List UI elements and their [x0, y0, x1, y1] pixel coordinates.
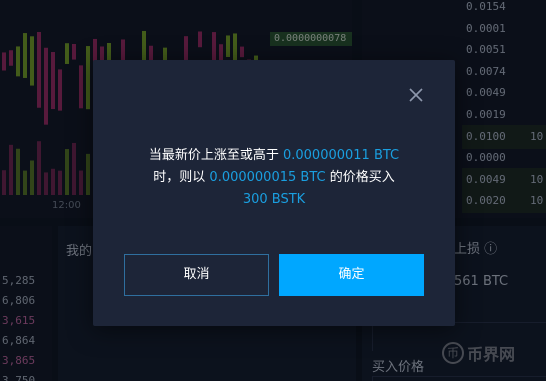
orderbook-value: 0.0001 — [466, 21, 506, 35]
volume-bar — [16, 148, 20, 195]
volume-bar — [86, 153, 90, 195]
list-item: 6,864 — [2, 334, 36, 347]
orderbook-row[interactable]: 0.0019 — [462, 103, 546, 127]
volume-bar — [44, 172, 48, 195]
orderbook-value: 0.0100 — [466, 129, 506, 143]
volume-bar — [37, 141, 41, 195]
orderbook-amount: 10 — [530, 172, 544, 186]
candle — [16, 46, 20, 77]
orderbook-row[interactable]: 0.0020 10 — [462, 189, 546, 214]
list-item: 5,285 — [2, 274, 36, 287]
candle — [226, 35, 230, 57]
message-suffix: 的价格买入 — [325, 170, 395, 185]
candle — [30, 36, 34, 86]
candle — [198, 31, 202, 48]
candle — [79, 65, 83, 109]
orderbook-row[interactable]: 0.0000 — [462, 146, 546, 170]
time-axis-label: 12:00 — [52, 200, 81, 211]
orderbook-amount: 10 — [530, 129, 544, 143]
watermark-logo: 币 币界网 — [442, 341, 515, 365]
orderbook-value: 0.0020 — [466, 194, 506, 208]
panel-title: 我的 — [66, 244, 93, 259]
volume-bar — [23, 170, 27, 195]
volume-bar — [2, 170, 6, 195]
close-icon[interactable] — [407, 86, 425, 104]
orderbook-value: 0.0049 — [466, 86, 506, 100]
candle — [37, 32, 41, 108]
volume-bar — [9, 144, 13, 195]
candle — [51, 52, 55, 110]
orderbook-value: 0.0049 — [466, 172, 506, 186]
orderbook-row[interactable]: 0.0049 10 — [462, 167, 546, 192]
candle — [44, 47, 48, 125]
stop-loss-label: 上损 ⓘ — [454, 242, 498, 257]
orderbook-value: 0.0019 — [466, 108, 506, 121]
trade-volume-list: 5,285 6,806 3,615 6,864 3,865 3,750 — [0, 226, 52, 381]
watermark-icon: 币 — [442, 342, 464, 364]
confirm-order-dialog: 当最新价上涨至或高于 0.000000011 BTC 时，则以 0.000000… — [93, 60, 455, 326]
watermark-text: 币界网 — [467, 345, 516, 364]
orderbook-row[interactable]: 0.0100 10 — [462, 124, 546, 149]
orderbook-row[interactable]: 0.0074 — [462, 60, 546, 84]
orderbook-amount: 10 — [530, 194, 544, 208]
candle — [86, 46, 90, 110]
volume-bar — [58, 170, 62, 195]
list-item: 6,806 — [2, 294, 36, 307]
volume-bar — [72, 142, 76, 195]
buy-price-input[interactable] — [372, 376, 546, 381]
trigger-price: 0.000000011 BTC — [282, 148, 400, 163]
orderbook-value: 0.0074 — [466, 64, 506, 78]
orderbook-row[interactable]: 0.0051 — [462, 38, 546, 62]
message-prefix: 当最新价上涨至或高于 — [148, 148, 283, 163]
candle — [142, 30, 146, 64]
candle — [2, 52, 6, 71]
candle — [58, 69, 62, 111]
volume-bar — [79, 170, 83, 195]
candle — [9, 50, 13, 66]
orderbook-value: 0.0000 — [466, 151, 506, 165]
last-price-tag: 0.0000000078 — [270, 32, 352, 46]
list-item: 3,615 — [2, 314, 36, 327]
orderbook-row[interactable]: 0.0049 — [462, 81, 546, 105]
order-price: 0.000000015 BTC — [209, 170, 326, 185]
cancel-button[interactable]: 取消 — [124, 254, 269, 296]
buy-price-label: 买入价格 — [372, 360, 425, 375]
stop-loss-value: 561 BTC — [454, 274, 509, 289]
candle — [65, 43, 69, 64]
volume-bar — [30, 160, 34, 195]
orderbook-value: 0.0051 — [466, 43, 506, 57]
message-middle: 时，则以 — [153, 170, 210, 185]
order-quantity: 300 BSTK — [242, 192, 306, 207]
list-item: 3,865 — [2, 354, 36, 367]
orderbook-row[interactable]: 0.0001 — [462, 17, 546, 41]
candle — [240, 46, 244, 58]
candle — [23, 33, 27, 78]
list-item: 3,750 — [2, 374, 36, 381]
confirm-message: 当最新价上涨至或高于 0.000000011 BTC 时，则以 0.000000… — [93, 145, 455, 211]
confirm-button[interactable]: 确定 — [279, 254, 424, 296]
volume-bar — [65, 149, 69, 195]
volume-bar — [51, 168, 55, 195]
candle — [212, 32, 216, 62]
candle — [72, 44, 76, 60]
